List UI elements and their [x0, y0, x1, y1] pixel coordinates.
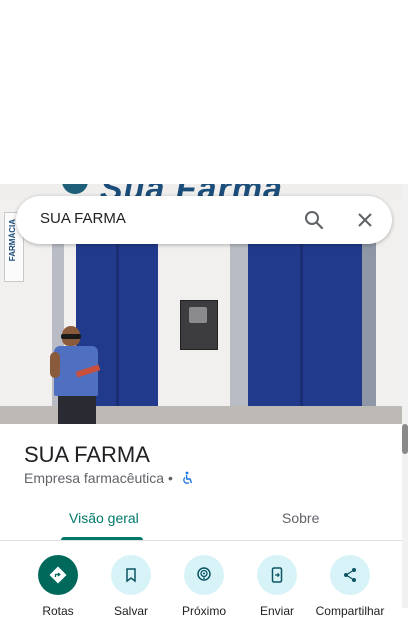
nearby-label: Próximo: [181, 604, 226, 618]
close-icon[interactable]: [353, 208, 377, 232]
scrollbar-thumb[interactable]: [402, 424, 408, 454]
directions-label: Rotas: [42, 604, 74, 618]
tab-overview[interactable]: Visão geral: [69, 510, 139, 526]
person-figure: [50, 324, 104, 424]
place-category-line: Empresa farmacêutica •: [24, 470, 173, 486]
scrollbar-track[interactable]: [402, 184, 408, 608]
search-icon[interactable]: [302, 208, 326, 232]
directions-icon: [49, 566, 67, 584]
share-icon: [344, 568, 356, 582]
send-label: Enviar: [259, 604, 294, 618]
save-label: Salvar: [113, 604, 148, 618]
door-right-seam: [300, 244, 303, 406]
door-right: [248, 244, 362, 406]
save-button[interactable]: [111, 555, 151, 595]
bookmark-icon: [126, 568, 136, 583]
door-left-seam: [116, 244, 119, 406]
nearby-icon: [197, 567, 211, 581]
tab-active-indicator: [61, 537, 143, 540]
directions-button[interactable]: [38, 555, 78, 595]
person-arm: [50, 352, 60, 378]
person-legs: [58, 396, 96, 424]
wall-box-panel: [189, 307, 207, 323]
place-category: Empresa farmacêutica: [24, 470, 165, 486]
send-to-phone-button[interactable]: [257, 555, 297, 595]
blank-map-area: [0, 0, 408, 184]
place-tabs: Visão geral Sobre: [0, 500, 402, 541]
send-to-phone-icon: [271, 567, 283, 583]
share-button[interactable]: [330, 555, 370, 595]
place-title: SUA FARMA: [24, 442, 150, 467]
nearby-button[interactable]: [184, 555, 224, 595]
tab-about[interactable]: Sobre: [282, 510, 319, 526]
wall-box: [180, 300, 218, 350]
search-bar[interactable]: SUA FARMA: [16, 196, 392, 244]
category-separator: •: [167, 470, 173, 486]
action-buttons: Rotas Salvar Próximo Enviar Compartilhar: [0, 548, 402, 618]
person-sunglasses: [61, 334, 81, 339]
share-label: Compartilhar: [315, 604, 385, 618]
wheelchair-accessible-icon: [180, 471, 194, 485]
search-query[interactable]: SUA FARMA: [40, 210, 126, 227]
